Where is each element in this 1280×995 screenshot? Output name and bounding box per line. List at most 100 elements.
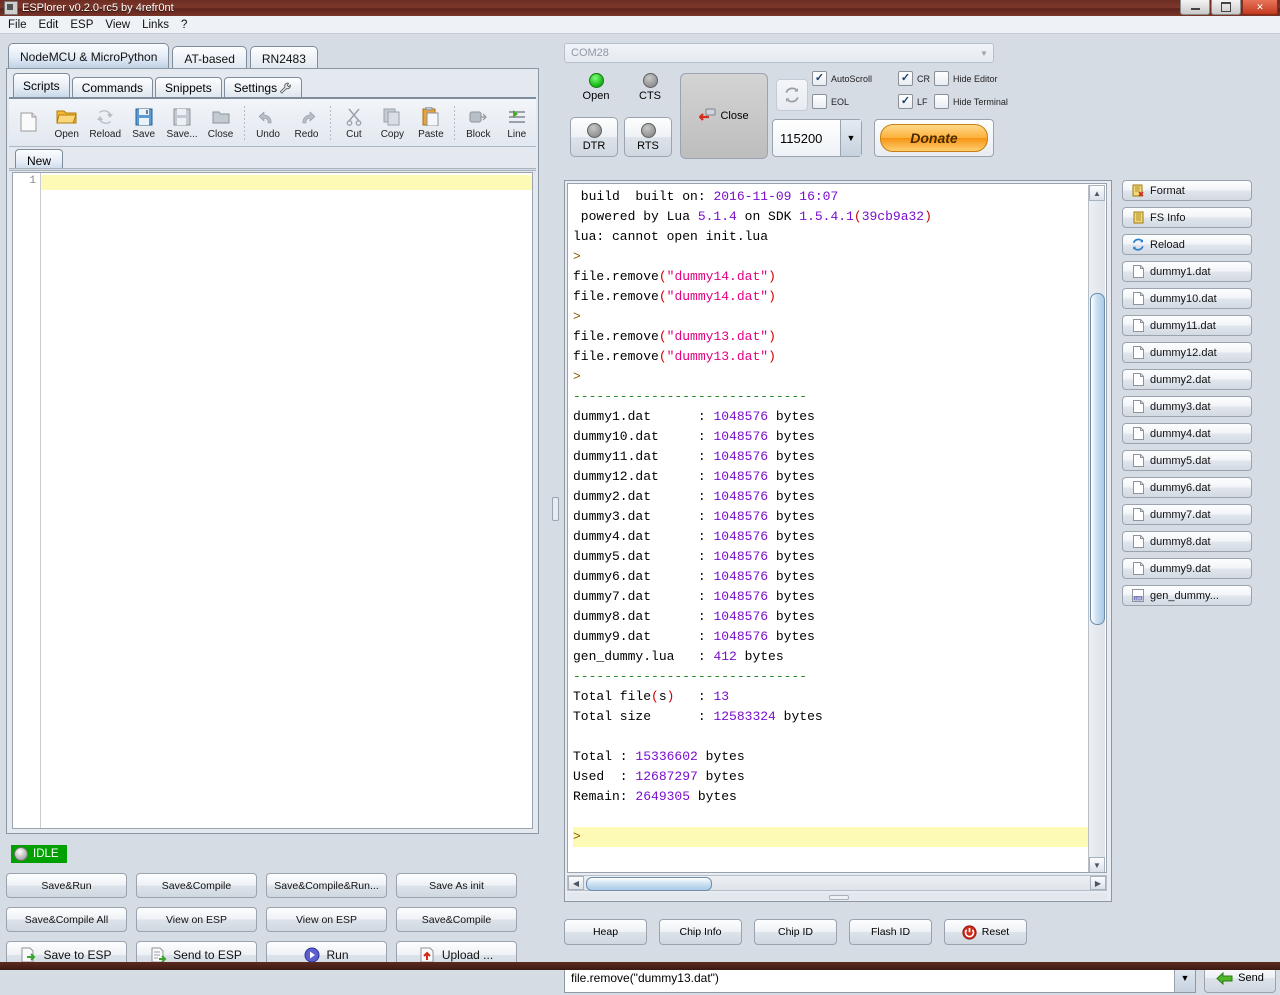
redo-arrow-icon — [297, 106, 316, 128]
scroll-right-arrow[interactable]: ▶ — [1090, 876, 1106, 890]
menu-item-view[interactable]: View — [105, 19, 130, 31]
terminal-vertical-scrollbar[interactable]: ▲ ▼ — [1088, 185, 1105, 872]
file-button-dummy12[interactable]: dummy12.dat — [1122, 342, 1252, 363]
view-on-esp-button-1[interactable]: View on ESP — [136, 907, 257, 932]
file-button-dummy6[interactable]: dummy6.dat — [1122, 477, 1252, 498]
minimize-button[interactable] — [1180, 0, 1210, 15]
tab-rn2483[interactable]: RN2483 — [249, 46, 318, 70]
scroll-up-arrow[interactable]: ▲ — [1089, 185, 1105, 201]
file-button-dummy10[interactable]: dummy10.dat — [1122, 288, 1252, 309]
terminal-output[interactable]: build built on: 2016-11-09 16:07 powered… — [568, 184, 1090, 872]
dtr-toggle-button[interactable]: DTR — [570, 117, 618, 157]
fs-info-button[interactable]: FS Info — [1122, 207, 1252, 228]
chip-id-button[interactable]: Chip ID — [754, 919, 837, 945]
toolbar-redo[interactable]: Redo — [287, 100, 325, 146]
save-compile-all-button[interactable]: Save&Compile All — [6, 907, 127, 932]
splitter-grip[interactable] — [552, 497, 559, 521]
scroll-left-arrow[interactable]: ◀ — [568, 876, 584, 890]
toolbar-save-as[interactable]: Save... — [163, 100, 201, 146]
tab-snippets[interactable]: Snippets — [155, 77, 222, 98]
menu-item-esp[interactable]: ESP — [70, 19, 93, 31]
close-connection-button[interactable]: Close — [680, 73, 768, 159]
toolbar-block[interactable]: Block — [459, 100, 497, 146]
stream-options-group: ✓ AutoScroll EOL — [812, 71, 872, 117]
code-editor[interactable]: 1 — [12, 172, 533, 829]
toolbar-cut[interactable]: Cut — [335, 100, 373, 146]
close-button[interactable]: ✕ — [1242, 0, 1278, 15]
menu-item-links[interactable]: Links — [142, 19, 169, 31]
cr-checkbox-row[interactable]: ✓ CR — [898, 71, 930, 86]
flash-id-button[interactable]: Flash ID — [849, 919, 932, 945]
terminal-bottom-splitter[interactable] — [567, 893, 1107, 900]
lf-checkbox[interactable]: ✓ — [898, 94, 913, 109]
serial-port-select[interactable]: COM28 ▼ — [564, 43, 994, 63]
eol-checkbox-row[interactable]: EOL — [812, 94, 872, 109]
tab-nodemcu-micropython[interactable]: NodeMCU & MicroPython — [8, 43, 170, 70]
rts-toggle-button[interactable]: RTS — [624, 117, 672, 157]
toolbar-copy[interactable]: Copy — [373, 100, 411, 146]
menu-item-help[interactable]: ? — [181, 19, 187, 31]
chip-info-button[interactable]: Chip Info — [659, 919, 742, 945]
code-text-area[interactable] — [41, 173, 532, 828]
lf-checkbox-row[interactable]: ✓ LF — [898, 94, 930, 109]
toolbar-reload[interactable]: Reload — [86, 100, 124, 146]
cr-checkbox[interactable]: ✓ — [898, 71, 913, 86]
terminal-viewport[interactable]: build built on: 2016-11-09 16:07 powered… — [567, 183, 1107, 873]
autoscroll-checkbox-row[interactable]: ✓ AutoScroll — [812, 71, 872, 86]
terminal-horizontal-scrollbar[interactable]: ◀ ▶ — [567, 875, 1107, 891]
maximize-button[interactable] — [1211, 0, 1241, 15]
file-button-dummy8[interactable]: dummy8.dat — [1122, 531, 1252, 552]
horizontal-scroll-thumb[interactable] — [586, 877, 712, 891]
file-icon — [1131, 346, 1145, 359]
heap-button[interactable]: Heap — [564, 919, 647, 945]
toolbar-line[interactable]: Line — [498, 100, 536, 146]
hide-terminal-checkbox[interactable] — [934, 94, 949, 109]
save-as-init-button[interactable]: Save As init — [396, 873, 517, 898]
file-button-dummy3[interactable]: dummy3.dat — [1122, 396, 1252, 417]
save-and-compile-button[interactable]: Save&Compile — [136, 873, 257, 898]
chevron-down-icon[interactable]: ▼ — [975, 49, 993, 58]
reload-files-button[interactable]: Reload — [1122, 234, 1252, 255]
format-button[interactable]: Format — [1122, 180, 1252, 201]
vertical-scroll-thumb[interactable] — [1090, 293, 1105, 625]
autoscroll-checkbox[interactable]: ✓ — [812, 71, 827, 86]
hide-editor-checkbox[interactable] — [934, 71, 949, 86]
view-on-esp-button-2[interactable]: View on ESP — [266, 907, 387, 932]
tab-commands[interactable]: Commands — [71, 77, 154, 98]
toolbar-new-file[interactable] — [9, 100, 47, 146]
refresh-ports-button[interactable] — [776, 79, 808, 111]
file-button-dummy5[interactable]: dummy5.dat — [1122, 450, 1252, 471]
splitter-grip[interactable] — [829, 895, 849, 900]
toolbar-undo[interactable]: Undo — [249, 100, 287, 146]
chevron-down-icon[interactable]: ▼ — [840, 120, 861, 156]
toolbar-save[interactable]: Save — [124, 100, 162, 146]
save-compile-run-button[interactable]: Save&Compile&Run... — [266, 873, 387, 898]
scroll-down-arrow[interactable]: ▼ — [1089, 857, 1105, 872]
toolbar-close-file[interactable]: Close — [201, 100, 239, 146]
menu-item-file[interactable]: File — [8, 19, 27, 31]
file-button-dummy2[interactable]: dummy2.dat — [1122, 369, 1252, 390]
toolbar-paste[interactable]: Paste — [412, 100, 450, 146]
hide-editor-checkbox-row[interactable]: Hide Editor — [934, 71, 1008, 86]
file-button-dummy4[interactable]: dummy4.dat — [1122, 423, 1252, 444]
donate-button[interactable]: Donate — [874, 119, 994, 157]
hide-terminal-checkbox-row[interactable]: Hide Terminal — [934, 94, 1008, 109]
file-button-dummy9[interactable]: dummy9.dat — [1122, 558, 1252, 579]
file-button-dummy1[interactable]: dummy1.dat — [1122, 261, 1252, 282]
tab-scripts[interactable]: Scripts — [13, 73, 70, 98]
eol-checkbox[interactable] — [812, 94, 827, 109]
save-to-esp-icon — [21, 947, 37, 963]
panel-splitter[interactable] — [548, 35, 560, 970]
file-button-dummy7[interactable]: dummy7.dat — [1122, 504, 1252, 525]
save-compile-button-2[interactable]: Save&Compile — [396, 907, 517, 932]
toolbar-open[interactable]: Open — [47, 100, 85, 146]
file-button-label: Format — [1150, 184, 1185, 197]
menu-item-edit[interactable]: Edit — [39, 19, 59, 31]
file-button-dummy11[interactable]: dummy11.dat — [1122, 315, 1252, 336]
baud-rate-select[interactable]: 115200 ▼ — [772, 119, 862, 157]
save-and-run-button[interactable]: Save&Run — [6, 873, 127, 898]
reset-button[interactable]: Reset — [944, 919, 1027, 945]
tab-at-based[interactable]: AT-based — [172, 46, 247, 70]
tab-settings[interactable]: Settings — [223, 77, 303, 98]
file-button-gen-dummy-lua[interactable]: LUA gen_dummy... — [1122, 585, 1252, 606]
